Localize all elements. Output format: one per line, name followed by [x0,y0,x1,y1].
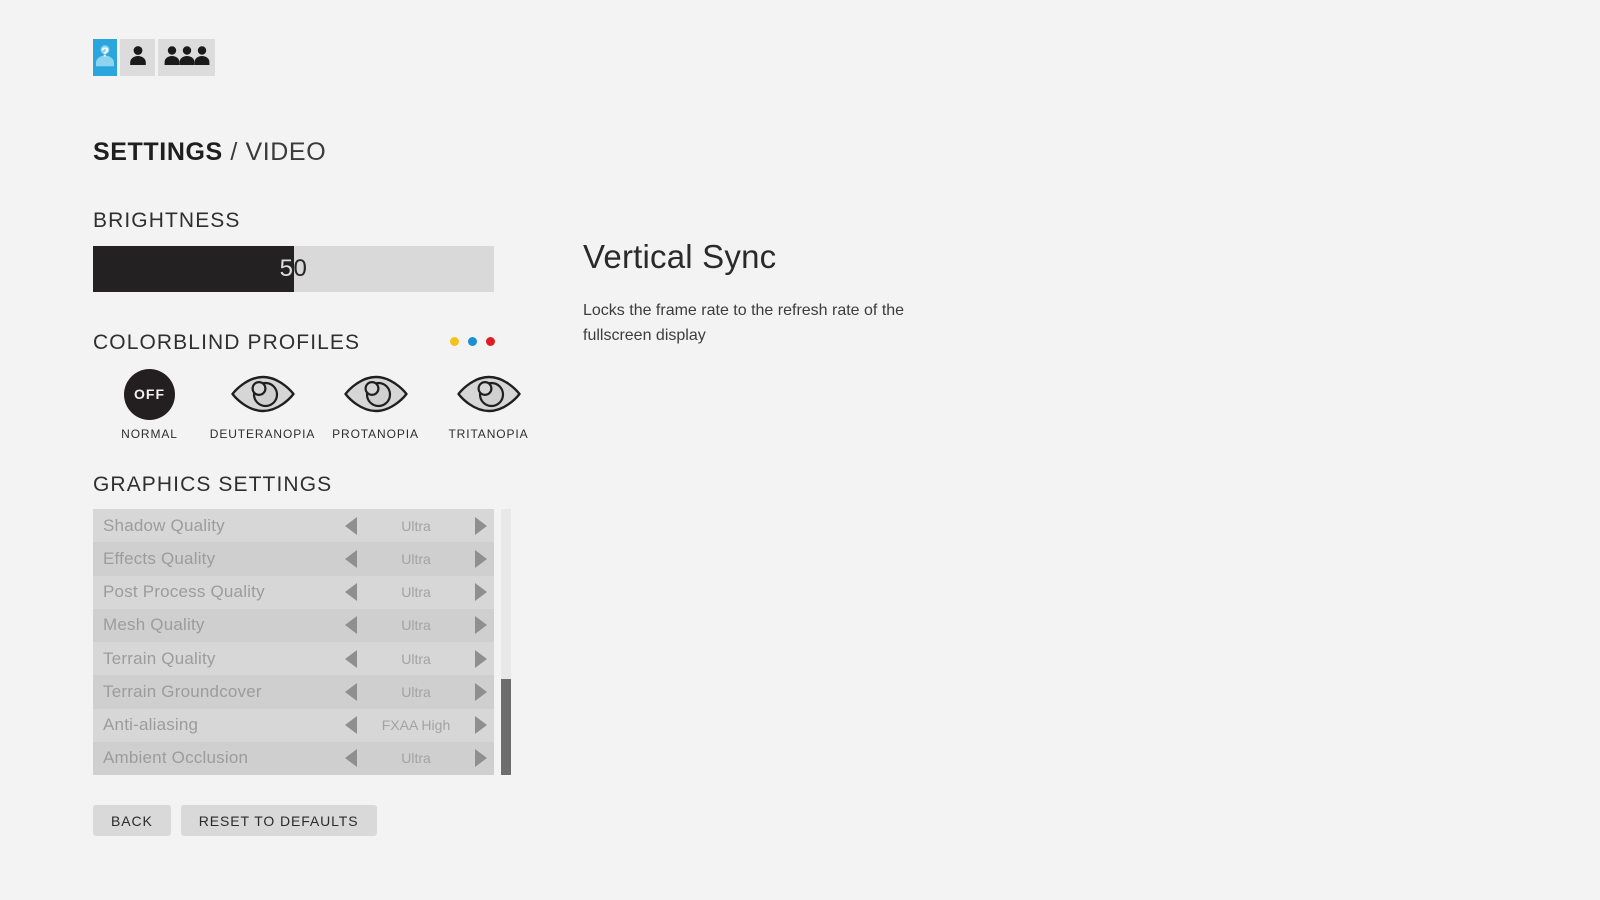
brightness-slider[interactable]: 50 [93,246,494,292]
colorblind-off-badge: OFF [124,368,175,420]
colorblind-dot-swatches [450,337,495,346]
profile-single-tab[interactable] [120,39,155,76]
increase-value-arrow-right-icon[interactable] [468,516,494,535]
increase-value-arrow-right-icon[interactable] [468,616,494,635]
graphics-setting-label: Shadow Quality [103,515,225,535]
person-question-icon: ? [93,42,117,73]
graphics-setting-row[interactable]: Effects Quality Ultra [93,542,494,576]
profile-group-tab[interactable] [158,39,215,76]
graphics-setting-value: Ultra [401,550,431,567]
graphics-settings-list: Shadow Quality Ultra Effects Quality Ultra P… [93,509,494,775]
graphics-setting-value: Ultra [401,517,431,534]
profile-tab-strip: ? [93,39,215,76]
page-title: SETTINGS / VIDEO [93,138,326,167]
decrease-value-arrow-left-icon[interactable] [338,682,364,701]
decrease-value-arrow-left-icon[interactable] [338,583,364,602]
graphics-setting-row[interactable]: Mesh Quality Ultra [93,608,494,642]
decrease-value-arrow-left-icon[interactable] [338,516,364,535]
graphics-setting-label: Terrain Groundcover [103,681,262,701]
graphics-setting-value: Ultra [401,617,431,634]
increase-value-arrow-right-icon[interactable] [468,583,494,602]
colorblind-option-label: TRITANOPIA [448,427,529,441]
graphics-setting-label: Anti-aliasing [103,715,199,735]
graphics-setting-row[interactable]: Post Process Quality Ultra [93,575,494,609]
colorblind-option-tritanopia[interactable]: TRITANOPIA [432,366,545,441]
graphics-setting-value: FXAA High [381,717,451,734]
eye-icon [456,366,522,422]
eye-icon [230,366,296,422]
graphics-setting-value: Ultra [401,750,431,767]
bottom-button-bar: BACK RESET TO DEFAULTS [93,805,377,836]
colorblind-option-deuteranopia[interactable]: DEUTERANOPIA [206,366,319,441]
detail-panel: Vertical Sync Locks the frame rate to th… [583,238,1003,348]
graphics-setting-label: Effects Quality [103,548,216,568]
increase-value-arrow-right-icon[interactable] [468,649,494,668]
increase-value-arrow-right-icon[interactable] [468,749,494,768]
brightness-value: 50 [279,255,308,282]
colorblind-off-circle: OFF [124,366,175,422]
graphics-list-scrollbar[interactable] [501,509,511,775]
increase-value-arrow-right-icon[interactable] [468,682,494,701]
decrease-value-arrow-left-icon[interactable] [338,749,364,768]
colorblind-heading: COLORBLIND PROFILES [93,331,361,354]
graphics-setting-row[interactable]: Ambient Occlusion Ultra [93,741,494,775]
colorblind-option-normal[interactable]: OFF NORMAL [93,366,206,441]
svg-text:?: ? [101,45,109,60]
colorblind-option-label: PROTANOPIA [332,427,419,441]
profile-unknown-tab[interactable]: ? [93,39,117,76]
graphics-setting-value: Ultra [401,683,431,700]
colorblind-profile-options: OFF NORMAL DEUTERANOPIA PROTANOPIA TRITANOPI… [93,366,545,441]
increase-value-arrow-right-icon[interactable] [468,549,494,568]
back-button[interactable]: BACK [93,805,171,836]
graphics-setting-value: Ultra [401,650,431,667]
decrease-value-arrow-left-icon[interactable] [338,616,364,635]
reset-to-defaults-button[interactable]: RESET TO DEFAULTS [180,805,377,836]
graphics-setting-label: Ambient Occlusion [103,748,249,768]
graphics-setting-label: Post Process Quality [103,582,265,602]
colorblind-option-protanopia[interactable]: PROTANOPIA [319,366,432,441]
decrease-value-arrow-left-icon[interactable] [338,649,364,668]
page-title-settings: SETTINGS [93,138,223,166]
graphics-setting-row[interactable]: Terrain Groundcover Ultra [93,675,494,709]
graphics-setting-label: Mesh Quality [103,615,205,635]
decrease-value-arrow-left-icon[interactable] [338,549,364,568]
colorblind-dot-2 [486,337,495,346]
graphics-setting-row[interactable]: Shadow Quality Ultra [93,509,494,543]
eye-icon [343,366,409,422]
graphics-setting-value: Ultra [401,584,431,601]
brightness-heading: BRIGHTNESS [93,209,241,232]
people-group-icon [164,44,210,71]
graphics-heading: GRAPHICS SETTINGS [93,473,333,496]
colorblind-dot-1 [468,337,477,346]
graphics-setting-label: Terrain Quality [103,648,216,668]
person-icon [128,44,148,71]
colorblind-option-label: NORMAL [121,427,178,441]
colorblind-option-label: DEUTERANOPIA [209,427,316,441]
graphics-list-scroll-thumb[interactable] [501,679,511,775]
graphics-setting-row[interactable]: Anti-aliasing FXAA High [93,708,494,742]
colorblind-dot-0 [450,337,459,346]
page-title-video: / VIDEO [222,138,327,166]
increase-value-arrow-right-icon[interactable] [468,716,494,735]
detail-description: Locks the frame rate to the refresh rate… [583,302,905,344]
graphics-setting-row[interactable]: Terrain Quality Ultra [93,642,494,676]
decrease-value-arrow-left-icon[interactable] [338,716,364,735]
detail-title: Vertical Sync [583,238,777,275]
